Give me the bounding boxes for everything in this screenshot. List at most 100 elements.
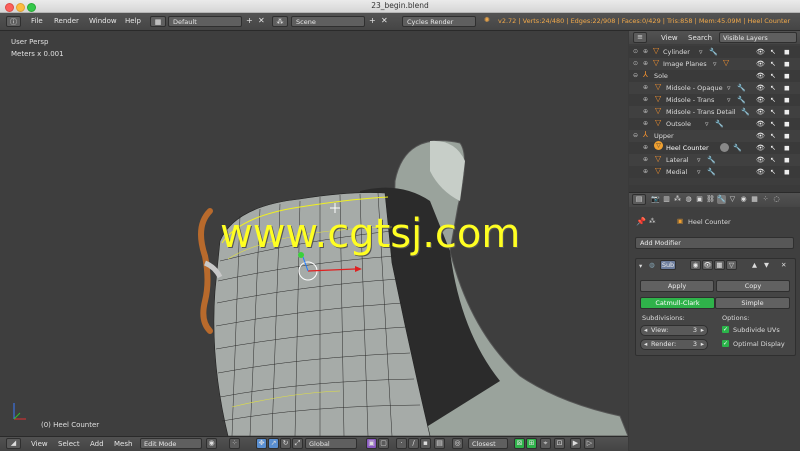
particles-tab-icon[interactable]: ⁘ [761,195,770,204]
menu-mesh[interactable]: Mesh [114,440,132,448]
render-levels-field[interactable]: ◂ Render: 3 ▸ [640,339,708,350]
zoom-window-button[interactable] [27,3,36,12]
optimal-display-checkbox[interactable]: ✓ [722,340,729,347]
show-in-render-icon[interactable]: ◉ [690,260,701,270]
menu-render[interactable]: Render [54,17,79,25]
vertex-select-icon[interactable]: · [396,438,407,449]
world-tab-icon[interactable]: ◍ [684,195,693,204]
add-layout-icon[interactable]: + [246,16,253,25]
selectable-cursor-icon[interactable]: ↖ [770,166,776,178]
selectable-cursor-icon[interactable]: ↖ [770,70,776,82]
selectable-cursor-icon[interactable]: ↖ [770,106,776,118]
expand-icon[interactable]: ⊕ [643,166,648,178]
mode-select[interactable]: Edit Mode [140,438,202,449]
pin-icon[interactable]: 📌 [636,217,646,226]
selectable-cursor-icon[interactable]: ↖ [770,118,776,130]
expand-icon[interactable]: ⊙ [633,58,638,70]
render-layers-tab-icon[interactable]: ▥ [662,195,671,204]
expand-icon[interactable]: ⊕ [643,82,648,94]
editor-type-outliner-icon[interactable]: ≡ [633,32,647,43]
render-camera-icon[interactable]: ◼ [784,130,790,142]
snap-element-icon[interactable]: ⊞ [526,438,537,449]
proportional-edit-icon[interactable]: ◎ [452,438,463,449]
menu-help[interactable]: Help [125,17,141,25]
close-window-button[interactable] [5,3,14,12]
visibility-eye-icon[interactable]: 👁 [756,94,765,106]
outliner-display-mode[interactable]: Visible Layers [719,32,797,43]
menu-file[interactable]: File [31,17,43,25]
snap-project-icon[interactable]: ⊡ [554,438,565,449]
render-camera-icon[interactable]: ◼ [784,118,790,130]
expand-icon[interactable]: ⊕ [643,94,648,106]
scale-manipulator-icon[interactable]: ⤢ [292,438,303,449]
editor-type-properties-icon[interactable]: ▤ [632,194,646,205]
show-in-viewport-icon[interactable]: 👁 [702,260,713,270]
minimize-window-button[interactable] [16,3,25,12]
modifier-name-field[interactable]: Sub [660,260,676,270]
rotate-manipulator-icon[interactable]: ↻ [280,438,291,449]
3d-viewport[interactable]: User Persp Meters x 0.001 (0) Heel Count… [0,31,628,436]
editor-type-3d-icon[interactable]: ◢ [6,438,21,449]
selectable-cursor-icon[interactable]: ↖ [770,94,776,106]
editor-type-info-icon[interactable]: ⓘ [6,16,21,27]
render-camera-icon[interactable]: ◼ [784,94,790,106]
remove-layout-icon[interactable]: ✕ [258,16,265,25]
layer-lock-icon[interactable]: ▢ [378,438,389,449]
expand-icon[interactable]: ⊙ [633,46,638,58]
texture-tab-icon[interactable]: ▦ [750,195,759,204]
material-tab-icon[interactable]: ◉ [739,195,748,204]
face-select-icon[interactable]: ▪ [420,438,431,449]
render-camera-icon[interactable]: ◼ [784,166,790,178]
collapse-icon[interactable]: ▾ [639,262,642,270]
scene-field[interactable]: Scene [291,16,365,27]
expand-icon[interactable]: ⊕ [643,142,648,154]
expand-icon[interactable]: ⊖ [633,70,638,82]
screen-layout-field[interactable]: Default [168,16,242,27]
remove-modifier-icon[interactable]: ✕ [781,261,786,269]
add-scene-icon[interactable]: + [369,16,376,25]
outliner-row[interactable]: ⊖ ⅄ Upper 👁 ↖ ◼ [629,130,800,142]
visibility-eye-icon[interactable]: 👁 [756,46,765,58]
remove-scene-icon[interactable]: ✕ [381,16,388,25]
selectable-cursor-icon[interactable]: ↖ [770,58,776,70]
copy-button[interactable]: Copy [716,280,790,292]
outliner-row[interactable]: ⊙ ⊕ ▽ Image Planes ▿ ▽ 👁 ↖ ◼ [629,58,800,70]
selectable-cursor-icon[interactable]: ↖ [770,142,776,154]
viewport-shading-icon[interactable]: ◉ [206,438,217,449]
visibility-eye-icon[interactable]: 👁 [756,70,765,82]
render-tab-icon[interactable]: 📷 [651,195,660,204]
snap-target-select[interactable]: Closest [468,438,508,449]
render-camera-icon[interactable]: ◼ [784,58,790,70]
menu-window[interactable]: Window [89,17,117,25]
expand-icon[interactable]: ⊕ [643,106,648,118]
pivot-point-icon[interactable]: ⁘ [229,438,240,449]
render-camera-icon[interactable]: ◼ [784,46,790,58]
selectable-cursor-icon[interactable]: ↖ [770,82,776,94]
transform-orientation-select[interactable]: Global [305,438,357,449]
scene-tab-icon[interactable]: ⁂ [673,195,682,204]
snap-toggle-icon[interactable]: ⊠ [514,438,525,449]
outliner-tab-search[interactable]: Search [688,34,712,42]
opengl-render-icon[interactable]: ▶ [570,438,581,449]
opengl-anim-icon[interactable]: ▷ [584,438,595,449]
render-camera-icon[interactable]: ◼ [784,106,790,118]
add-modifier-select[interactable]: Add Modifier [635,237,794,249]
render-camera-icon[interactable]: ◼ [784,142,790,154]
render-camera-icon[interactable]: ◼ [784,154,790,166]
scene-icon[interactable]: ⁂ [272,16,288,27]
visibility-eye-icon[interactable]: 👁 [756,106,765,118]
modifiers-tab-icon[interactable]: 🔧 [717,195,726,204]
expand-icon[interactable]: ⊖ [633,130,638,142]
selectable-cursor-icon[interactable]: ↖ [770,154,776,166]
menu-add[interactable]: Add [90,440,104,448]
visibility-eye-icon[interactable]: 👁 [756,142,765,154]
visibility-eye-icon[interactable]: 👁 [756,130,765,142]
apply-button[interactable]: Apply [640,280,714,292]
subdivide-uvs-checkbox[interactable]: ✓ [722,326,729,333]
view-levels-field[interactable]: ◂ View: 3 ▸ [640,325,708,336]
show-in-editmode-icon[interactable]: ▦ [714,260,725,270]
data-tab-icon[interactable]: ▽ [728,195,737,204]
expand-icon[interactable]: ⊕ [643,154,648,166]
expand-icon[interactable]: ⊕ [643,46,648,58]
snap-align-icon[interactable]: ⌖ [540,438,551,449]
